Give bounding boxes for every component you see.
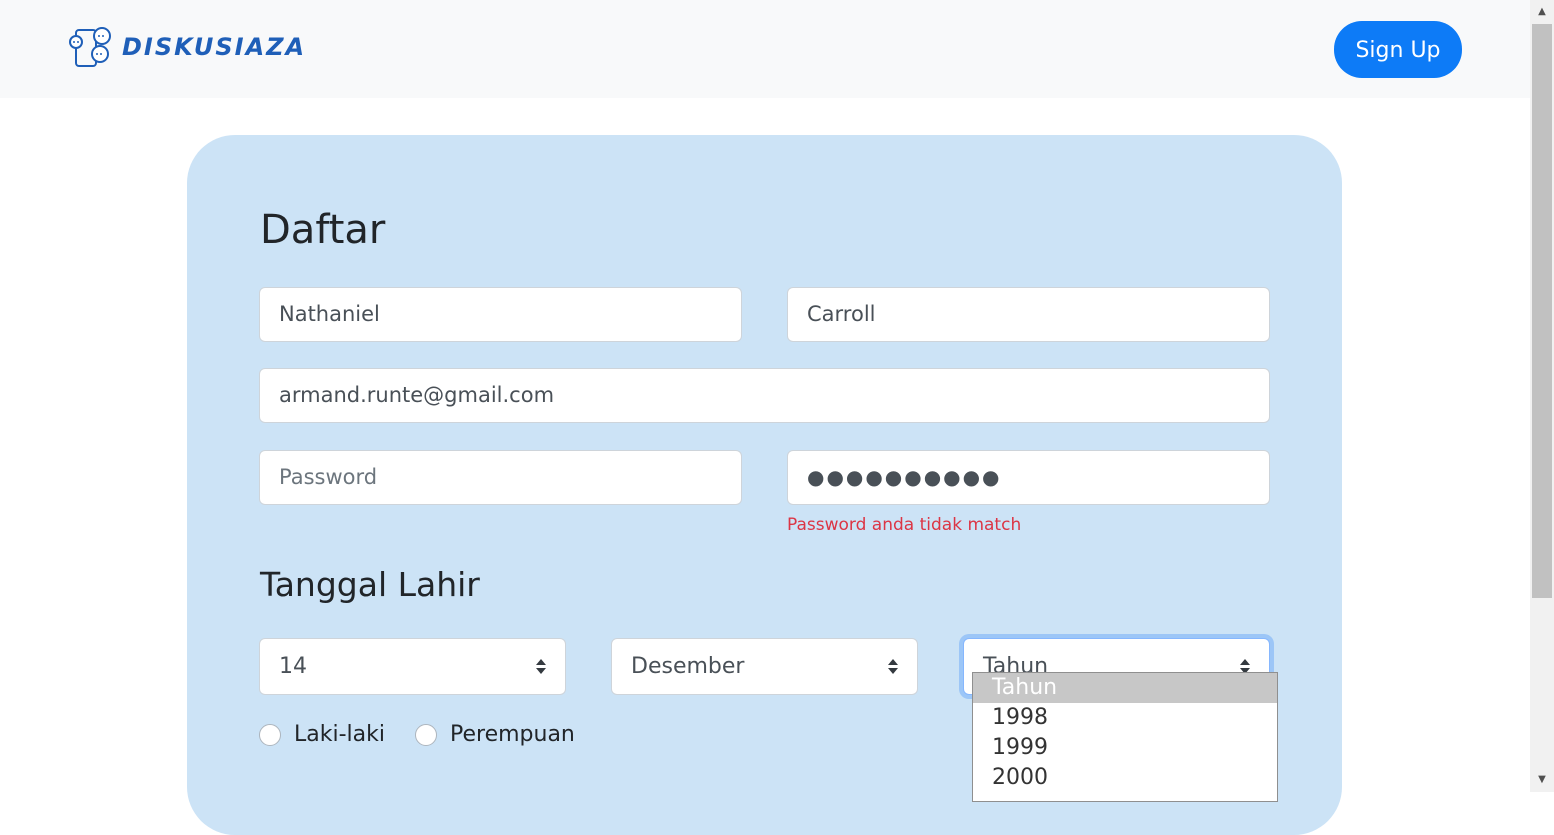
first-name-input[interactable]: Nathaniel — [259, 287, 742, 342]
email-input[interactable]: armand.runte@gmail.com — [259, 368, 1270, 423]
month-select-value: Desember — [631, 654, 745, 679]
radio-button[interactable] — [415, 723, 437, 746]
scrollbar-thumb[interactable] — [1532, 24, 1552, 598]
chat-bubbles-logo-icon — [69, 27, 111, 67]
year-option[interactable]: 1999 — [973, 733, 1277, 763]
year-option[interactable]: Tahun — [973, 673, 1277, 703]
gender-option-male[interactable]: Laki-laki — [259, 722, 385, 747]
select-arrows-icon — [888, 659, 898, 674]
day-select-value: 14 — [279, 654, 307, 679]
gender-label-male: Laki-laki — [294, 722, 385, 747]
sign-up-button[interactable]: Sign Up — [1334, 21, 1462, 78]
scroll-down-arrow-icon[interactable]: ▼ — [1530, 768, 1554, 792]
password-mismatch-error: Password anda tidak match — [787, 515, 1022, 535]
brand-name: DISKUSIAZA — [122, 33, 307, 61]
year-option[interactable]: 2000 — [973, 763, 1277, 793]
gender-label-female: Perempuan — [450, 722, 575, 747]
page-scrollbar[interactable]: ▲ ▼ — [1530, 0, 1554, 792]
year-option[interactable]: 1998 — [973, 703, 1277, 733]
gender-option-female[interactable]: Perempuan — [415, 722, 575, 747]
form-title: Daftar — [260, 207, 386, 253]
radio-button[interactable] — [259, 723, 281, 746]
month-select[interactable]: Desember — [611, 638, 918, 695]
scroll-up-arrow-icon[interactable]: ▲ — [1530, 0, 1554, 24]
day-select[interactable]: 14 — [259, 638, 566, 695]
navbar: DISKUSIAZA Sign Up — [0, 0, 1530, 98]
last-name-input[interactable]: Carroll — [787, 287, 1270, 342]
password-input[interactable]: Password — [259, 450, 742, 505]
year-dropdown-list: Tahun 1998 1999 2000 — [972, 672, 1278, 802]
brand-logo[interactable]: DISKUSIAZA — [68, 24, 306, 70]
select-arrows-icon — [536, 659, 546, 674]
confirm-password-input[interactable]: ●●●●●●●●●● — [787, 450, 1270, 505]
birthdate-heading: Tanggal Lahir — [260, 565, 480, 604]
